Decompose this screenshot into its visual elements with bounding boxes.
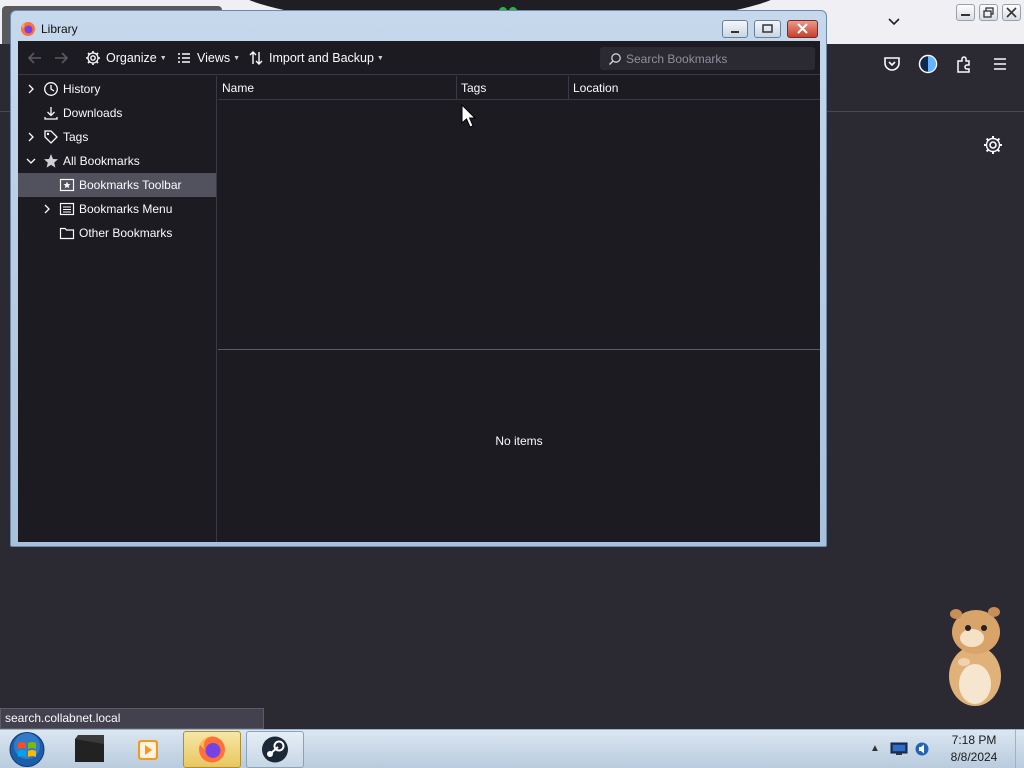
browser-restore-button[interactable] (979, 4, 998, 21)
minimize-button[interactable] (722, 20, 748, 38)
expand-chevron-icon[interactable] (24, 130, 38, 144)
column-header-location[interactable]: Location (569, 76, 820, 100)
extensions-puzzle-icon[interactable] (954, 54, 974, 74)
taskbar-clock[interactable]: 7:18 PM 8/8/2024 (934, 732, 1014, 766)
download-icon (42, 104, 60, 122)
tree-item-label: Tags (63, 130, 89, 144)
tree-item-history[interactable]: History (18, 77, 216, 101)
folder-icon (58, 224, 76, 242)
organize-label: Organize (106, 51, 157, 65)
library-content: Organize ▼ Views ▼ Import and Backup ▼ S… (18, 41, 820, 542)
taskbar: ▲ 7:18 PM 8/8/2024 (0, 729, 1024, 768)
clock-date: 8/8/2024 (950, 750, 998, 764)
volume-icon[interactable] (914, 741, 930, 760)
show-hidden-icons-arrow-icon[interactable]: ▲ (870, 743, 880, 754)
show-desktop-button[interactable] (1015, 730, 1024, 768)
tag-icon (42, 128, 60, 146)
network-icon[interactable] (890, 742, 908, 759)
bookmarks-table-header: Name Tags Location (218, 76, 820, 100)
dropdown-arrow-icon: ▼ (233, 54, 241, 62)
dropdown-arrow-icon: ▼ (376, 54, 384, 62)
pocket-icon[interactable] (882, 54, 902, 74)
column-header-tags[interactable]: Tags (457, 76, 568, 100)
tree-item-downloads[interactable]: Downloads (18, 101, 216, 125)
taskbar-firefox-app[interactable] (183, 731, 241, 768)
forward-arrow-icon[interactable] (52, 49, 70, 67)
bookmarks-table-body[interactable] (218, 101, 820, 349)
tree-item-label: All Bookmarks (63, 154, 140, 168)
list-all-tabs-chevron-icon[interactable] (884, 12, 904, 32)
clock-icon (42, 80, 60, 98)
tree-item-label: Bookmarks Menu (79, 202, 173, 216)
tree-item-all-bookmarks[interactable]: All Bookmarks (18, 149, 216, 173)
organize-button[interactable]: Organize ▼ (84, 47, 167, 69)
import-export-arrows-icon (247, 49, 265, 67)
expand-chevron-icon[interactable] (40, 202, 54, 216)
library-toolbar: Organize ▼ Views ▼ Import and Backup ▼ (18, 41, 820, 75)
bookmarks-toolbar-icon (58, 176, 76, 194)
firefox-icon (20, 21, 36, 37)
column-header-name[interactable]: Name (218, 76, 456, 100)
app-menu-hamburger-icon[interactable] (990, 54, 1010, 74)
tree-item-label: History (63, 82, 101, 96)
taskbar-terminal-app[interactable] (60, 731, 118, 768)
tree-item-label: Downloads (63, 106, 123, 120)
details-pane: No items (218, 350, 820, 542)
taskbar-media-player-app[interactable] (120, 731, 178, 768)
back-arrow-icon[interactable] (26, 49, 44, 67)
browser-close-button[interactable] (1002, 4, 1021, 21)
tree-item-bookmarks-toolbar[interactable]: Bookmarks Toolbar (18, 173, 216, 197)
import-and-backup-label: Import and Backup (269, 51, 374, 65)
close-button[interactable] (787, 20, 818, 38)
views-label: Views (197, 51, 231, 65)
maximize-button[interactable] (754, 20, 781, 38)
search-bookmarks-box[interactable] (600, 47, 815, 70)
tree-item-label: Other Bookmarks (79, 226, 173, 240)
mouse-cursor-icon (461, 103, 477, 130)
import-and-backup-button[interactable]: Import and Backup ▼ (247, 47, 384, 69)
expand-chevron-icon[interactable] (24, 82, 38, 96)
status-url-tooltip: search.collabnet.local (0, 708, 264, 729)
hamster-sticker-image (942, 604, 1008, 708)
collapse-chevron-icon[interactable] (24, 154, 38, 168)
bookmarks-menu-icon (58, 200, 76, 218)
tree-item-other-bookmarks[interactable]: Other Bookmarks (18, 221, 216, 245)
account-avatar-icon[interactable] (918, 54, 938, 74)
tree-item-tags[interactable]: Tags (18, 125, 216, 149)
clock-time: 7:18 PM (951, 733, 997, 747)
list-view-icon (175, 49, 193, 67)
window-title: Library (41, 22, 78, 36)
no-items-message: No items (495, 434, 543, 448)
dropdown-arrow-icon: ▼ (159, 54, 167, 62)
views-button[interactable]: Views ▼ (175, 47, 240, 69)
start-button[interactable] (4, 731, 50, 768)
gear-icon (84, 49, 102, 67)
tree-item-bookmarks-menu[interactable]: Bookmarks Menu (18, 197, 216, 221)
tree-item-label: Bookmarks Toolbar (79, 178, 182, 192)
search-bookmarks-input[interactable] (626, 51, 806, 66)
taskbar-steam-app[interactable] (246, 731, 304, 768)
search-icon (606, 50, 624, 68)
browser-minimize-button[interactable] (956, 4, 975, 21)
star-icon (42, 152, 60, 170)
library-window: Library Organize ▼ Views ▼ Import and Ba… (10, 10, 827, 547)
places-tree: History Downloads Tags All Bookmarks Boo… (18, 76, 217, 542)
page-settings-gear-icon[interactable] (982, 134, 1004, 156)
